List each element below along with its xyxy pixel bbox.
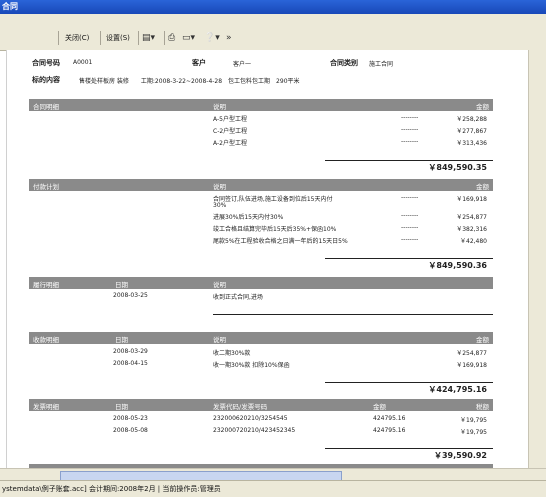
table-row-dash: -------- xyxy=(401,194,419,201)
table-row-desc: 尾款5%在工程验收合格之日满一年后的15天日5% xyxy=(213,238,348,245)
contract-details-header: 合同明细 说明 金额 xyxy=(29,99,493,111)
table-row-date: 2008-05-08 xyxy=(113,427,148,434)
table-row-date: 2008-03-29 xyxy=(113,348,148,355)
table-row-date: 2008-04-15 xyxy=(113,360,148,367)
payment-plan-header: 付款计划 说明 金额 xyxy=(29,179,493,191)
contract-no-value: A0001 xyxy=(73,59,93,66)
customer-label: 客户 xyxy=(192,59,206,67)
total-rule xyxy=(325,258,493,259)
section-rule xyxy=(213,314,493,315)
contract-no-label: 合同号码 xyxy=(32,59,60,67)
section-title: 履行明细 xyxy=(33,281,59,289)
total-rule xyxy=(325,382,493,383)
receipts-total: ￥424,795.16 xyxy=(428,385,487,394)
table-row-desc: 收一期30%款 扣除10%保函 xyxy=(213,362,290,369)
invoices-total: ￥39,590.92 xyxy=(433,451,487,460)
settings-button[interactable]: 设置(S) xyxy=(103,31,133,45)
table-row-amount: ￥169,918 xyxy=(456,362,487,369)
table-row-amount: 424795.16 xyxy=(373,427,406,434)
status-bar: ystemdata\例子账套.acc] 会计期间:2008年2月 | 当前操作员… xyxy=(0,480,546,497)
table-row-date: 2008-05-23 xyxy=(113,415,148,422)
toolbar: 关闭(C) 设置(S) ▤▾ ⎙ ▭▾ ❔▾ » xyxy=(0,14,546,51)
table-row-desc: C-2户型工程 xyxy=(213,128,248,135)
performance-header: 履行明细 日期 说明 xyxy=(29,277,493,289)
table-row-code: 232000720210/423452345 xyxy=(213,427,296,434)
table-row-desc: A-5户型工程 xyxy=(213,116,247,123)
title-bar: 合同 xyxy=(0,0,546,14)
toolbar-separator xyxy=(58,31,59,45)
section-title: 收款明细 xyxy=(33,336,59,344)
section-title: 合同明细 xyxy=(33,103,59,111)
table-row-amount: ￥169,918 xyxy=(456,196,487,203)
table-row-desc: 收二期30%款 xyxy=(213,350,251,357)
toolbar-separator xyxy=(138,31,139,45)
date-column-header: 日期 xyxy=(115,281,128,289)
date-column-header: 日期 xyxy=(115,403,128,411)
customer-value: 客户一 xyxy=(233,61,252,68)
target-label: 标的内容 xyxy=(32,76,60,84)
table-row-desc-cont: 30% xyxy=(213,202,227,209)
table-row-amount: ￥254,877 xyxy=(456,214,487,221)
report-document: 合同号码 A0001 客户 客户一 合同类别 施工合同 标的内容 售楼处样板房 … xyxy=(6,50,529,468)
table-row-desc: 进展30%后15天内付30% xyxy=(213,214,284,221)
table-row-amount: ￥42,480 xyxy=(460,238,487,245)
total-rule xyxy=(325,160,493,161)
toolbar-overflow-icon[interactable]: » xyxy=(226,31,232,45)
table-row-desc: 竣工合格且结算完毕后15天后35%+保函10% xyxy=(213,226,337,233)
type-label: 合同类别 xyxy=(330,59,358,67)
export-icon[interactable]: ▭▾ xyxy=(182,31,195,45)
table-row-code: 232000620210/3254545 xyxy=(213,415,288,422)
payment-total: ￥849,590.36 xyxy=(428,261,487,270)
table-row-dash: -------- xyxy=(401,114,419,121)
amount-column-header: 金额 xyxy=(476,183,489,191)
table-row-desc: 收到正式合同,进场 xyxy=(213,294,263,301)
desc-column-header: 说明 xyxy=(213,336,226,344)
amount-column-header: 金额 xyxy=(476,103,489,111)
date-column-header: 日期 xyxy=(115,336,128,344)
amount-column-header: 金额 xyxy=(476,336,489,344)
help-icon[interactable]: ❔▾ xyxy=(204,31,220,45)
table-row-dash: -------- xyxy=(401,236,419,243)
contract-total: ￥849,590.35 xyxy=(428,163,487,172)
total-rule xyxy=(325,448,493,449)
table-row-amount: ￥313,436 xyxy=(456,140,487,147)
target-value: 售楼处样板房 装修 工期:2008-3-22~2008-4-28 包工包料包工期… xyxy=(79,78,300,85)
print-icon[interactable]: ⎙ xyxy=(168,31,175,45)
table-row-desc: 合同签订,队伍进场,施工设备到位后15天内付 xyxy=(213,196,333,203)
page-setup-icon[interactable]: ▤▾ xyxy=(142,31,155,45)
invoices-header: 发票明细 日期 发票代码/发票号码 金额 税额 xyxy=(29,399,493,411)
type-value: 施工合同 xyxy=(369,61,394,68)
table-row-dash: -------- xyxy=(401,138,419,145)
table-row-amount: ￥254,877 xyxy=(456,350,487,357)
window-title: 合同 xyxy=(2,2,18,11)
toolbar-separator xyxy=(100,31,101,45)
section-title: 发票明细 xyxy=(33,403,59,411)
desc-column-header: 说明 xyxy=(213,103,226,111)
receipts-header: 收款明细 日期 说明 金额 xyxy=(29,332,493,344)
vertical-scrollbar[interactable] xyxy=(528,50,546,468)
table-row-amount: ￥258,288 xyxy=(456,116,487,123)
status-text: ystemdata\例子账套.acc] 会计期间:2008年2月 | 当前操作员… xyxy=(2,485,221,493)
table-row-tax: ￥19,795 xyxy=(460,417,487,424)
toolbar-separator xyxy=(164,31,165,45)
table-row-dash: -------- xyxy=(401,224,419,231)
close-button[interactable]: 关闭(C) xyxy=(62,31,92,45)
section-title: 付款计划 xyxy=(33,183,59,191)
desc-column-header: 说明 xyxy=(213,281,226,289)
desc-column-header: 说明 xyxy=(213,183,226,191)
table-row-dash: -------- xyxy=(401,212,419,219)
table-row-amount: 424795.16 xyxy=(373,415,406,422)
amount-column-header: 金额 xyxy=(373,403,386,411)
table-row-dash: -------- xyxy=(401,126,419,133)
table-row-date: 2008-03-25 xyxy=(113,292,148,299)
table-row-tax: ￥19,795 xyxy=(460,429,487,436)
code-column-header: 发票代码/发票号码 xyxy=(213,403,268,411)
table-row-amount: ￥277,867 xyxy=(456,128,487,135)
tax-column-header: 税额 xyxy=(476,403,489,411)
table-row-amount: ￥382,316 xyxy=(456,226,487,233)
table-row-desc: A-2户型工程 xyxy=(213,140,247,147)
